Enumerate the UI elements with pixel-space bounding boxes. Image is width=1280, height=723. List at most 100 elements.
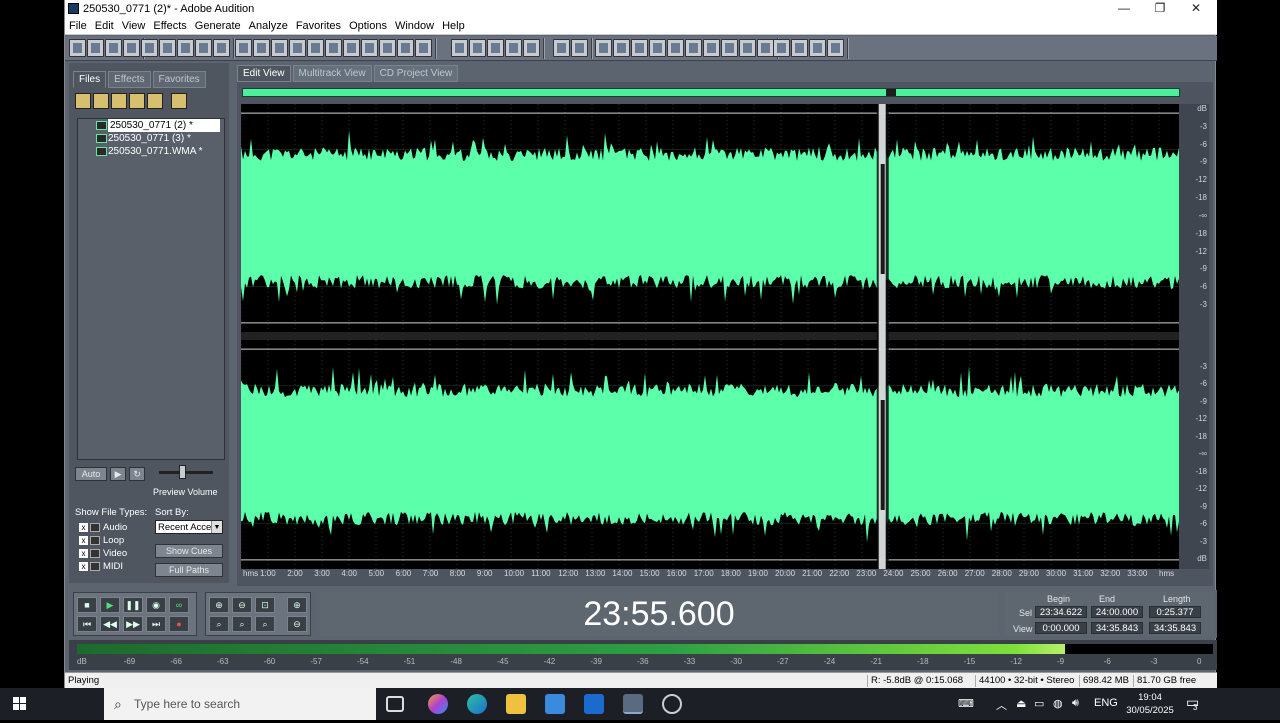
- slider-knob[interactable]: [179, 465, 186, 479]
- file-type-midi[interactable]: x MIDI: [77, 560, 147, 573]
- zoom-right-icon[interactable]: ⌕: [232, 616, 252, 632]
- go-to-start-icon[interactable]: ⏮: [77, 616, 97, 632]
- fast-forward-icon[interactable]: ▶▶: [123, 616, 143, 632]
- rewind-icon[interactable]: ◀◀: [100, 616, 120, 632]
- menu-options[interactable]: Options: [345, 18, 391, 32]
- loop-icon[interactable]: ∞: [169, 597, 189, 613]
- recorder-icon[interactable]: [662, 694, 682, 714]
- checkbox[interactable]: x: [79, 562, 88, 571]
- view-tool-icon[interactable]: [159, 39, 176, 57]
- view-length-field[interactable]: 34:35.843: [1149, 622, 1201, 634]
- menu-effects[interactable]: Effects: [149, 18, 190, 32]
- close-file-icon[interactable]: [111, 93, 127, 109]
- extra-tool-icon[interactable]: [827, 39, 844, 57]
- sel-length-field[interactable]: 0:25.377: [1149, 606, 1201, 618]
- volume-icon[interactable]: 🔊︎: [1072, 697, 1079, 710]
- insert-icon[interactable]: [129, 93, 145, 109]
- taskbar-search[interactable]: ⌕ Type here to search: [104, 688, 376, 720]
- zoom-tool-icon[interactable]: [595, 39, 612, 57]
- effects-tool-icon[interactable]: [523, 39, 540, 57]
- effects-tool-icon[interactable]: [451, 39, 468, 57]
- extra-tool-icon[interactable]: [773, 39, 790, 57]
- sel-end-field[interactable]: 24:00.000: [1091, 606, 1143, 618]
- view-tool-icon[interactable]: [141, 39, 158, 57]
- store-icon[interactable]: [545, 694, 565, 714]
- copilot-icon[interactable]: [428, 694, 448, 714]
- menu-generate[interactable]: Generate: [191, 18, 245, 32]
- preview-play-button[interactable]: ▶: [110, 467, 127, 481]
- zoom-tool-icon[interactable]: [685, 39, 702, 57]
- menu-favorites[interactable]: Favorites: [292, 18, 345, 32]
- file-item[interactable]: 250530_0771 (3) *: [78, 132, 224, 145]
- preview-volume-slider[interactable]: [159, 465, 213, 479]
- effects-tool-icon[interactable]: [505, 39, 522, 57]
- select-tool-icon[interactable]: [553, 39, 570, 57]
- close-button[interactable]: ✕: [1178, 1, 1214, 17]
- network-icon[interactable]: ◍: [1053, 697, 1063, 710]
- stop-icon[interactable]: ■: [77, 597, 97, 613]
- options-icon[interactable]: [171, 93, 187, 109]
- battery-icon[interactable]: ▭: [1034, 697, 1044, 710]
- zoom-in-icon[interactable]: ⊕: [209, 597, 229, 613]
- view-begin-field[interactable]: 0:00.000: [1035, 622, 1087, 634]
- restore-button[interactable]: ❐: [1142, 1, 1178, 17]
- zoom-tool-icon[interactable]: [739, 39, 756, 57]
- edit-file-icon[interactable]: [147, 93, 163, 109]
- full-paths-button[interactable]: Full Paths: [155, 563, 223, 577]
- edit-tool-icon[interactable]: [325, 39, 342, 57]
- minimize-button[interactable]: —: [1106, 1, 1142, 17]
- edit-tool-icon[interactable]: [307, 39, 324, 57]
- zoom-tool-icon[interactable]: [703, 39, 720, 57]
- tab-cd-project-view[interactable]: CD Project View: [373, 65, 459, 82]
- view-end-field[interactable]: 34:35.843: [1091, 622, 1143, 634]
- multitrack-tool-icon[interactable]: [87, 39, 104, 57]
- usb-icon[interactable]: ⏏: [1016, 697, 1026, 710]
- file-type-audio[interactable]: x Audio: [77, 521, 147, 534]
- effects-tool-icon[interactable]: [469, 39, 486, 57]
- effects-tool-icon[interactable]: [487, 39, 504, 57]
- view-tool-icon[interactable]: [195, 39, 212, 57]
- file-item[interactable]: 250530_0771 (2) *: [78, 119, 224, 132]
- zoom-left-icon[interactable]: ⌕: [209, 616, 229, 632]
- overview-position-marker[interactable]: [886, 89, 896, 96]
- record-icon[interactable]: ●: [169, 616, 189, 632]
- view-tool-icon[interactable]: [213, 39, 230, 57]
- zoom-tool-icon[interactable]: [649, 39, 666, 57]
- tab-multitrack-view[interactable]: Multitrack View: [292, 65, 372, 82]
- edit-tool-icon[interactable]: [343, 39, 360, 57]
- waveform-display[interactable]: [241, 104, 1179, 569]
- tab-files[interactable]: Files: [73, 71, 107, 88]
- checkbox[interactable]: x: [79, 549, 88, 558]
- edit-tool-icon[interactable]: [235, 39, 252, 57]
- extra-tool-icon[interactable]: [809, 39, 826, 57]
- edit-tool-icon[interactable]: [415, 39, 432, 57]
- edit-tool-icon[interactable]: [253, 39, 270, 57]
- menu-help[interactable]: Help: [438, 18, 469, 32]
- select-tool-icon[interactable]: [571, 39, 588, 57]
- time-ruler[interactable]: hms 1:00 2:00 3:00 4:00 5:00 6:00 7:00 8:00 9:00 1…: [241, 569, 1179, 581]
- tab-edit-view[interactable]: Edit View: [237, 65, 291, 82]
- task-view-icon[interactable]: [386, 696, 404, 712]
- sort-by-select[interactable]: Recent Acce ▼: [155, 520, 223, 534]
- play-icon[interactable]: ▶: [100, 597, 120, 613]
- zoom-full-icon[interactable]: ⊡: [255, 597, 275, 613]
- zoom-tool-icon[interactable]: [613, 39, 630, 57]
- show-cues-button[interactable]: Show Cues: [155, 544, 223, 558]
- go-to-end-icon[interactable]: ⏭: [146, 616, 166, 632]
- overview-bar[interactable]: [242, 88, 1180, 97]
- file-explorer-icon[interactable]: [506, 694, 526, 714]
- edit-tool-icon[interactable]: [397, 39, 414, 57]
- view-tool-icon[interactable]: [177, 39, 194, 57]
- menu-edit[interactable]: Edit: [91, 18, 118, 32]
- extra-tool-icon[interactable]: [791, 39, 808, 57]
- menu-view[interactable]: View: [118, 18, 150, 32]
- edit-tool-icon[interactable]: [361, 39, 378, 57]
- play-to-end-icon[interactable]: ◉: [146, 597, 166, 613]
- start-button[interactable]: [0, 688, 40, 720]
- tab-effects[interactable]: Effects: [108, 71, 151, 88]
- mail-icon[interactable]: [584, 694, 604, 714]
- zoom-out-vertical-icon[interactable]: ⊖: [287, 616, 307, 632]
- zoom-selection-icon[interactable]: ⌕: [255, 616, 275, 632]
- edit-tool-icon[interactable]: [271, 39, 288, 57]
- multitrack-tool-icon[interactable]: [69, 39, 86, 57]
